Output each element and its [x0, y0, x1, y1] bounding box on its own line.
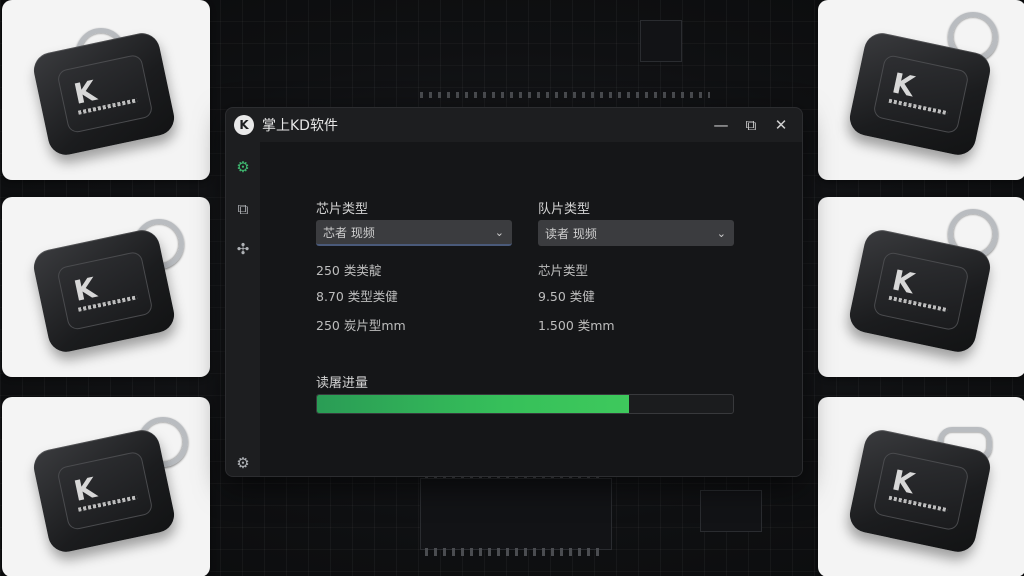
pcb-chip-pins: [425, 548, 605, 556]
app-logo-icon: K: [234, 115, 254, 135]
main-content: 芯片类型 芯者 现频 ⌄ 队片类型 读者 现频 ⌄ 250 类类靛 8.70 类…: [260, 142, 802, 476]
fob-label: [888, 495, 949, 513]
network-icon[interactable]: ✣: [234, 240, 252, 258]
key-fob: K: [30, 426, 178, 556]
model-type-select[interactable]: 读者 现频 ⌄: [538, 220, 734, 246]
product-card: K: [818, 397, 1024, 576]
minimize-button[interactable]: —: [706, 110, 736, 140]
window-controls: — ⧉ ✕: [706, 110, 796, 140]
right-info-line: 芯片类型: [538, 263, 589, 278]
model-type-value: 读者 现频: [545, 226, 597, 241]
chip-type-value: 芯者 现频: [323, 225, 375, 240]
fob-logo: K: [889, 66, 918, 104]
fob-face: K: [56, 250, 154, 332]
window-title: 掌上KD软件: [262, 118, 338, 134]
fob-logo: K: [889, 263, 918, 301]
progress-fill: [317, 395, 629, 413]
devices-icon[interactable]: ⧉: [234, 200, 252, 218]
model-type-label: 队片类型: [538, 202, 591, 217]
fob-face: K: [872, 250, 970, 332]
fob-face: K: [872, 450, 970, 532]
fob-face: K: [56, 450, 154, 532]
pcb-chip: [640, 20, 682, 62]
restore-button[interactable]: ⧉: [736, 110, 766, 140]
product-card: K: [818, 197, 1024, 377]
fob-logo: K: [71, 470, 100, 508]
fob-label: [888, 295, 949, 313]
fob-logo: K: [889, 463, 918, 501]
product-card: K: [818, 0, 1024, 180]
sidebar: ⚙ ⧉ ✣ ⚙: [226, 142, 260, 476]
app-window: K 掌上KD软件 — ⧉ ✕ ⚙ ⧉ ✣ ⚙ 芯片类型 芯者 现频 ⌄ 队片类型…: [225, 107, 803, 477]
key-fob: K: [30, 226, 178, 356]
pcb-chip: [420, 478, 612, 550]
title-bar[interactable]: K 掌上KD软件 — ⧉ ✕: [226, 108, 802, 142]
right-info-line: 1.500 类mm: [538, 318, 615, 333]
chevron-down-icon: ⌄: [494, 225, 504, 239]
fob-face: K: [872, 53, 970, 135]
left-info-line: 250 炭片型mm: [316, 318, 406, 333]
fob-face: K: [56, 53, 154, 135]
product-card: K: [2, 0, 210, 180]
product-card: K: [2, 397, 210, 576]
chip-scan-icon[interactable]: ⚙: [234, 158, 252, 176]
fob-label: [888, 98, 949, 116]
progress-label: 读屠进量: [316, 376, 369, 391]
left-info-line: 8.70 类型类健: [316, 289, 398, 304]
background-stage: K K K K K K K 掌上KD软件 — ⧉ ✕ ⚙ ⧉ ✣ ⚙ 芯片类型 …: [0, 0, 1024, 576]
progress-bar: [316, 394, 734, 414]
pcb-chip: [700, 490, 762, 532]
key-fob: K: [30, 29, 178, 159]
close-button[interactable]: ✕: [766, 110, 796, 140]
product-card: K: [2, 197, 210, 377]
fob-logo: K: [71, 73, 100, 111]
fob-logo: K: [71, 270, 100, 308]
pcb-header-pins: [420, 92, 710, 98]
right-info-line: 9.50 类健: [538, 289, 595, 304]
chip-type-label: 芯片类型: [316, 202, 369, 217]
chevron-down-icon: ⌄: [716, 226, 726, 240]
chip-type-select[interactable]: 芯者 现频 ⌄: [316, 220, 512, 246]
left-info-line: 250 类类靛: [316, 263, 382, 278]
settings-icon[interactable]: ⚙: [234, 454, 252, 472]
